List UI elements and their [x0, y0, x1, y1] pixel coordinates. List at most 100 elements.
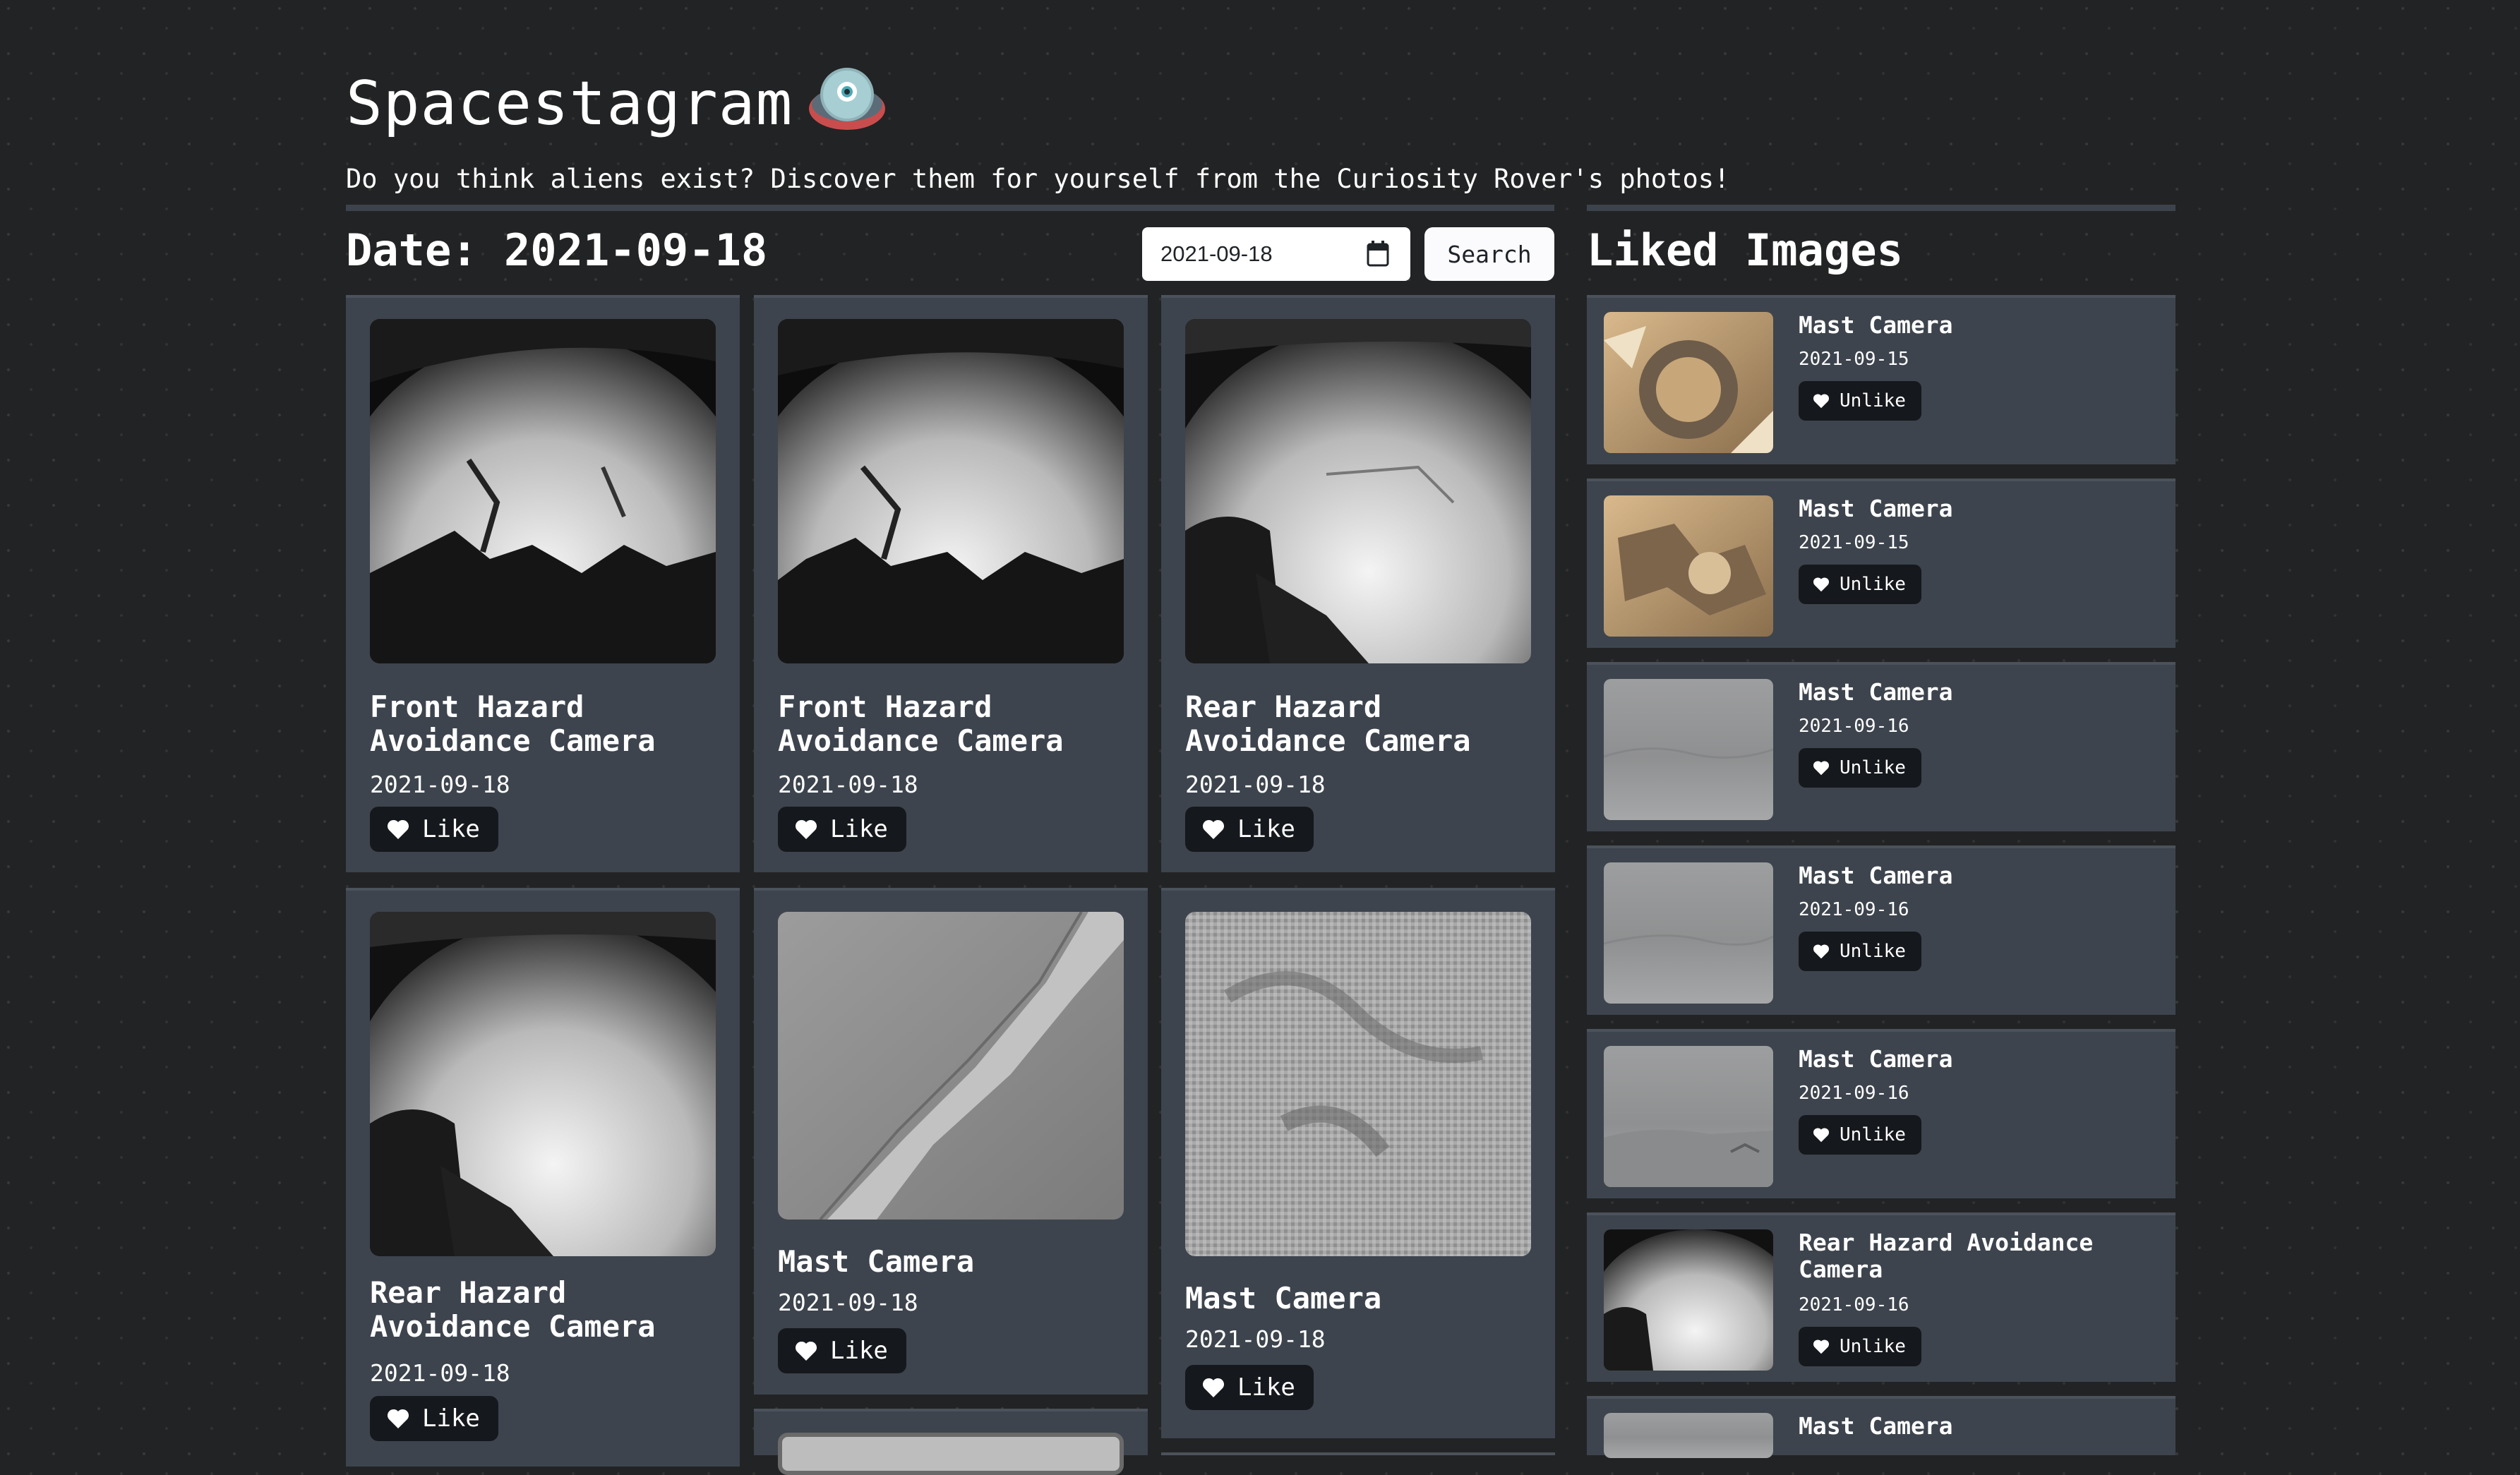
liked-date: 2021-09-16	[1799, 1294, 1909, 1316]
photo-date: 2021-09-18	[370, 1359, 510, 1387]
liked-date: 2021-09-15	[1799, 532, 1909, 553]
heart-icon	[1813, 944, 1830, 959]
like-button[interactable]: Like	[1185, 1365, 1314, 1410]
liked-date: 2021-09-16	[1799, 899, 1909, 920]
photo-card	[1161, 1452, 1555, 1455]
like-label: Like	[422, 815, 480, 843]
liked-item: Mast Camera 2021-09-16 Unlike	[1587, 1029, 2176, 1198]
liked-thumbnail	[1604, 1413, 1773, 1458]
liked-heading: Liked Images	[1587, 224, 1903, 276]
liked-item: Mast Camera 2021-09-15 Unlike	[1587, 295, 2176, 464]
heart-icon	[1813, 577, 1830, 592]
liked-camera-name: Mast Camera	[1799, 495, 1953, 522]
liked-camera-name: Mast Camera	[1799, 1412, 1953, 1440]
rover-photo	[778, 912, 1124, 1220]
like-button[interactable]: Like	[370, 1396, 498, 1441]
liked-camera-name: Mast Camera	[1799, 862, 1953, 889]
date-input[interactable]: 2021-09-18	[1142, 227, 1410, 281]
like-label: Like	[1237, 815, 1295, 843]
heart-icon	[795, 1341, 817, 1361]
photo-date: 2021-09-18	[370, 771, 510, 798]
brand: Spacestagram	[346, 65, 886, 143]
liked-date: 2021-09-15	[1799, 349, 1909, 370]
liked-thumbnail	[1604, 862, 1773, 1004]
rover-photo	[1185, 319, 1531, 663]
liked-item: Mast Camera 2021-09-16 Unlike	[1587, 662, 2176, 831]
unlike-label: Unlike	[1840, 757, 1906, 778]
ufo-icon	[808, 65, 886, 143]
liked-camera-name: Rear Hazard Avoidance Camera	[1799, 1229, 2094, 1283]
rover-photo	[778, 319, 1124, 663]
camera-name: Rear Hazard Avoidance Camera	[370, 1275, 656, 1344]
liked-item: Mast Camera	[1587, 1396, 2176, 1458]
like-button[interactable]: Like	[778, 1328, 906, 1373]
search-button[interactable]: Search	[1424, 227, 1554, 281]
liked-thumbnail	[1604, 679, 1773, 820]
camera-name: Rear Hazard Avoidance Camera	[1185, 690, 1471, 758]
photo-date: 2021-09-18	[778, 1289, 918, 1316]
heart-icon	[1813, 1339, 1830, 1354]
like-label: Like	[830, 1337, 888, 1365]
liked-item: Mast Camera 2021-09-16 Unlike	[1587, 845, 2176, 1015]
liked-camera-name: Mast Camera	[1799, 311, 1953, 339]
heart-icon	[795, 819, 817, 839]
heart-icon	[1202, 819, 1225, 839]
unlike-button[interactable]: Unlike	[1799, 748, 1921, 788]
photo-card: Front Hazard Avoidance Camera 2021-09-18…	[346, 295, 740, 872]
calendar-icon[interactable]	[1367, 240, 1389, 267]
like-button[interactable]: Like	[1185, 807, 1314, 852]
date-input-value: 2021-09-18	[1160, 241, 1273, 266]
unlike-label: Unlike	[1840, 941, 1906, 962]
liked-thumbnail	[1604, 1046, 1773, 1187]
liked-thumbnail	[1604, 312, 1773, 453]
liked-camera-name: Mast Camera	[1799, 678, 1953, 706]
divider	[1587, 205, 2176, 211]
liked-item: Mast Camera 2021-09-15 Unlike	[1587, 478, 2176, 648]
camera-name: Front Hazard Avoidance Camera	[778, 690, 1064, 758]
liked-camera-name: Mast Camera	[1799, 1045, 1953, 1073]
like-button[interactable]: Like	[778, 807, 906, 852]
photo-date: 2021-09-18	[1185, 1325, 1326, 1353]
date-heading: Date: 2021-09-18	[346, 224, 768, 276]
rover-photo	[778, 1433, 1124, 1475]
divider	[346, 205, 1554, 211]
heart-icon	[387, 819, 409, 839]
unlike-label: Unlike	[1840, 1336, 1906, 1357]
unlike-button[interactable]: Unlike	[1799, 932, 1921, 971]
heart-icon	[1202, 1378, 1225, 1397]
heart-icon	[1813, 1128, 1830, 1143]
camera-name: Front Hazard Avoidance Camera	[370, 690, 656, 758]
camera-name: Mast Camera	[778, 1244, 975, 1279]
unlike-label: Unlike	[1840, 574, 1906, 595]
liked-date: 2021-09-16	[1799, 1083, 1909, 1104]
photo-card: Mast Camera 2021-09-18 Like	[1161, 888, 1555, 1438]
unlike-button[interactable]: Unlike	[1799, 1327, 1921, 1366]
like-label: Like	[830, 815, 888, 843]
heart-icon	[1813, 761, 1830, 776]
unlike-label: Unlike	[1840, 390, 1906, 411]
liked-item: Rear Hazard Avoidance Camera 2021-09-16 …	[1587, 1212, 2176, 1382]
photo-card: Rear Hazard Avoidance Camera 2021-09-18 …	[346, 888, 740, 1467]
like-button[interactable]: Like	[370, 807, 498, 852]
like-label: Like	[1237, 1373, 1295, 1402]
heart-icon	[1813, 394, 1830, 409]
photo-date: 2021-09-18	[778, 771, 918, 798]
tagline: Do you think aliens exist? Discover them…	[346, 164, 1730, 194]
photo-card: Mast Camera 2021-09-18 Like	[754, 888, 1148, 1395]
app-title: Spacestagram	[346, 68, 793, 139]
heart-icon	[387, 1409, 409, 1428]
rover-photo	[370, 912, 716, 1256]
photo-card: Rear Hazard Avoidance Camera 2021-09-18 …	[1161, 295, 1555, 872]
liked-date: 2021-09-16	[1799, 716, 1909, 737]
photo-date: 2021-09-18	[1185, 771, 1326, 798]
liked-thumbnail	[1604, 495, 1773, 637]
unlike-button[interactable]: Unlike	[1799, 1115, 1921, 1155]
unlike-label: Unlike	[1840, 1124, 1906, 1145]
unlike-button[interactable]: Unlike	[1799, 565, 1921, 604]
unlike-button[interactable]: Unlike	[1799, 381, 1921, 421]
rover-photo	[370, 319, 716, 663]
photo-card: Front Hazard Avoidance Camera 2021-09-18…	[754, 295, 1148, 872]
liked-thumbnail	[1604, 1229, 1773, 1371]
camera-name: Mast Camera	[1185, 1281, 1382, 1316]
like-label: Like	[422, 1404, 480, 1433]
